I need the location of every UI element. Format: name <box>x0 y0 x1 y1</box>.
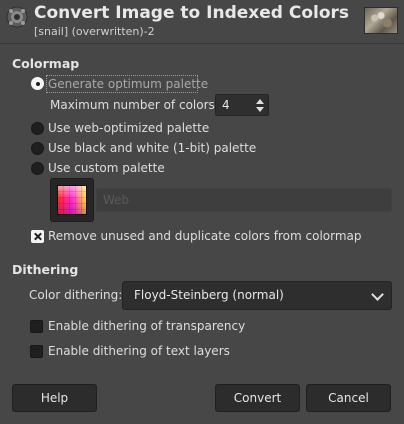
spin-down-icon[interactable] <box>256 107 264 112</box>
dither-text-layers-label[interactable]: Enable dithering of text layers <box>48 344 230 358</box>
max-colors-spinbutton[interactable]: 4 <box>215 94 269 116</box>
colormap-heading: Colormap <box>12 56 80 71</box>
color-dithering-value[interactable]: Floyd-Steinberg (normal) <box>134 288 284 302</box>
radio-custom-palette[interactable] <box>31 162 44 175</box>
black-white-palette-label[interactable]: Use black and white (1-bit) palette <box>48 141 256 155</box>
image-subtitle: [snail] (overwritten)-2 <box>34 25 155 38</box>
custom-palette-name[interactable]: Web <box>96 188 392 212</box>
chevron-down-icon[interactable] <box>371 288 384 301</box>
dither-text-layers-checkbox[interactable] <box>30 345 43 358</box>
dialog-header: Convert Image to Indexed Colors [snail] … <box>0 0 404 44</box>
custom-palette-label[interactable]: Use custom palette <box>48 161 165 175</box>
max-colors-value[interactable]: 4 <box>222 98 230 112</box>
dialog-title: Convert Image to Indexed Colors <box>34 3 350 23</box>
dithering-heading: Dithering <box>12 262 79 277</box>
palette-swatch-icon <box>57 185 87 215</box>
palette-select-button[interactable] <box>50 178 94 222</box>
help-button[interactable]: Help <box>12 384 97 412</box>
convert-button[interactable]: Convert <box>215 384 300 412</box>
gimp-wilber-icon <box>6 6 28 28</box>
cancel-button[interactable]: Cancel <box>306 384 391 412</box>
dither-transparency-label[interactable]: Enable dithering of transparency <box>48 319 245 333</box>
radio-generate-optimum-palette[interactable] <box>31 77 44 90</box>
remove-unused-label[interactable]: Remove unused and duplicate colors from … <box>48 229 362 243</box>
spin-up-icon[interactable] <box>256 99 264 104</box>
max-colors-label: Maximum number of colors: <box>50 98 219 112</box>
image-thumbnail <box>364 7 398 34</box>
radio-black-white-palette[interactable] <box>31 142 44 155</box>
color-dithering-select[interactable]: Floyd-Steinberg (normal) <box>122 281 392 310</box>
radio-web-optimized-palette[interactable] <box>31 122 44 135</box>
remove-unused-checkbox[interactable] <box>31 230 44 243</box>
color-dithering-label: Color dithering: <box>29 288 123 302</box>
web-optimized-palette-label[interactable]: Use web-optimized palette <box>48 121 209 135</box>
dither-transparency-checkbox[interactable] <box>30 320 43 333</box>
generate-optimum-palette-label[interactable]: Generate optimum palette <box>48 77 208 91</box>
